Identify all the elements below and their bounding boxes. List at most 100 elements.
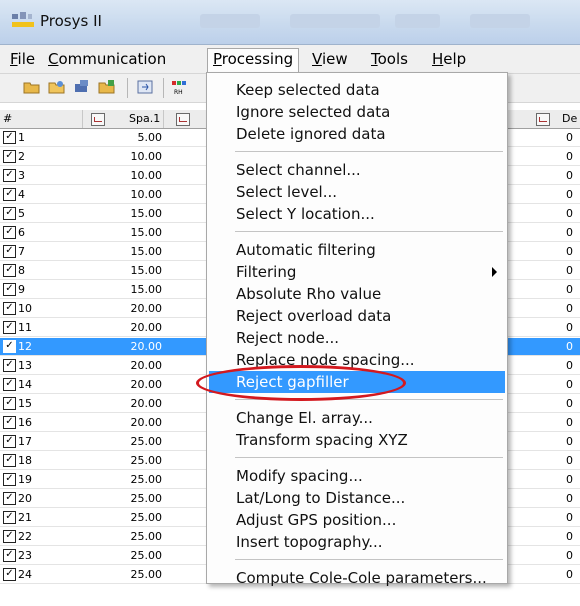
menu-item-lat-long-to-distance[interactable]: Lat/Long to Distance...: [209, 487, 505, 509]
blurred-title-region: [395, 14, 440, 28]
row-checkbox[interactable]: ✓: [3, 492, 16, 505]
row-checkbox[interactable]: ✓: [3, 150, 16, 163]
cell-de: 0: [566, 169, 573, 182]
menu-item-filtering[interactable]: Filtering: [209, 261, 505, 283]
menu-communication[interactable]: Communication: [43, 49, 171, 69]
row-checkbox[interactable]: ✓: [3, 283, 16, 296]
cell-de: 0: [566, 530, 573, 543]
row-number: 8: [18, 264, 25, 277]
open-file-icon[interactable]: [47, 78, 67, 96]
chart-icon: [91, 113, 105, 126]
header-spa1[interactable]: Spa.1: [83, 110, 164, 128]
row-checkbox[interactable]: ✓: [3, 207, 16, 220]
menu-item-insert-topography[interactable]: Insert topography...: [209, 531, 505, 553]
menu-item-keep-selected-data[interactable]: Keep selected data: [209, 79, 505, 101]
row-checkbox[interactable]: ✓: [3, 530, 16, 543]
import-icon[interactable]: [72, 78, 92, 96]
row-checkbox[interactable]: ✓: [3, 549, 16, 562]
cell-de: 0: [566, 150, 573, 163]
row-checkbox[interactable]: ✓: [3, 454, 16, 467]
cell-de: 0: [566, 264, 573, 277]
cell-spa1: 25.00: [130, 511, 163, 524]
rho-chart-icon[interactable]: RH: [170, 78, 190, 96]
row-checkbox[interactable]: ✓: [3, 568, 16, 581]
row-number: 19: [18, 473, 32, 486]
cell-spa1: 10.00: [130, 188, 163, 201]
row-checkbox[interactable]: ✓: [3, 359, 16, 372]
export-icon[interactable]: [97, 78, 117, 96]
row-checkbox[interactable]: ✓: [3, 473, 16, 486]
menu-item-compute-cole-cole-parameters[interactable]: Compute Cole-Cole parameters...: [209, 567, 505, 589]
menu-item-delete-ignored-data[interactable]: Delete ignored data: [209, 123, 505, 145]
cell-de: 0: [566, 340, 573, 353]
menu-item-select-y-location[interactable]: Select Y location...: [209, 203, 505, 225]
cell-spa1: 15.00: [130, 245, 163, 258]
row-number: 18: [18, 454, 32, 467]
row-checkbox[interactable]: ✓: [3, 169, 16, 182]
menu-item-reject-node[interactable]: Reject node...: [209, 327, 505, 349]
cell-de: 0: [566, 473, 573, 486]
cell-spa1: 15.00: [130, 283, 163, 296]
row-checkbox[interactable]: ✓: [3, 245, 16, 258]
row-checkbox[interactable]: ✓: [3, 435, 16, 448]
cell-de: 0: [566, 435, 573, 448]
toolbar-separator: [127, 78, 128, 98]
menu-help[interactable]: Help: [427, 49, 471, 69]
row-number: 4: [18, 188, 25, 201]
menu-item-automatic-filtering[interactable]: Automatic filtering: [209, 239, 505, 261]
submenu-arrow-icon: [492, 267, 497, 277]
open-folder-icon[interactable]: [22, 78, 42, 96]
row-number: 2: [18, 150, 25, 163]
refresh-icon[interactable]: [135, 78, 155, 96]
cell-de: 0: [566, 549, 573, 562]
menu-item-absolute-rho-value[interactable]: Absolute Rho value: [209, 283, 505, 305]
menu-separator: [235, 231, 503, 232]
blurred-title-region: [290, 14, 380, 28]
row-number: 12: [18, 340, 32, 353]
cell-de: 0: [566, 492, 573, 505]
menu-processing[interactable]: Processing: [207, 48, 300, 73]
cell-spa1: 15.00: [130, 226, 163, 239]
cell-de: 0: [566, 454, 573, 467]
cell-spa1: 25.00: [130, 435, 163, 448]
row-checkbox[interactable]: ✓: [3, 511, 16, 524]
row-checkbox[interactable]: ✓: [3, 188, 16, 201]
blurred-title-region: [200, 14, 260, 28]
chart-icon: [176, 113, 190, 126]
menu-separator: [235, 457, 503, 458]
row-number: 1: [18, 131, 25, 144]
cell-spa1: 25.00: [130, 568, 163, 581]
menu-item-reject-overload-data[interactable]: Reject overload data: [209, 305, 505, 327]
menu-item-transform-spacing-xyz[interactable]: Transform spacing XYZ: [209, 429, 505, 451]
prosys-app-icon: [12, 12, 34, 27]
menu-item-select-channel[interactable]: Select channel...: [209, 159, 505, 181]
row-checkbox[interactable]: ✓: [3, 416, 16, 429]
cell-de: 0: [566, 131, 573, 144]
row-checkbox[interactable]: ✓: [3, 226, 16, 239]
cell-spa1: 25.00: [130, 473, 163, 486]
row-checkbox[interactable]: ✓: [3, 340, 16, 353]
row-checkbox[interactable]: ✓: [3, 131, 16, 144]
menu-item-ignore-selected-data[interactable]: Ignore selected data: [209, 101, 505, 123]
menu-tools[interactable]: Tools: [366, 49, 413, 69]
header-num[interactable]: #: [0, 110, 83, 128]
row-number: 21: [18, 511, 32, 524]
row-checkbox[interactable]: ✓: [3, 378, 16, 391]
row-checkbox[interactable]: ✓: [3, 302, 16, 315]
header-de[interactable]: De: [510, 110, 580, 128]
row-checkbox[interactable]: ✓: [3, 264, 16, 277]
menu-file[interactable]: File: [5, 49, 40, 69]
menu-item-modify-spacing[interactable]: Modify spacing...: [209, 465, 505, 487]
cell-spa1: 10.00: [130, 169, 163, 182]
cell-de: 0: [566, 207, 573, 220]
row-checkbox[interactable]: ✓: [3, 321, 16, 334]
menu-item-change-el-array[interactable]: Change El. array...: [209, 407, 505, 429]
cell-spa1: 20.00: [130, 397, 163, 410]
cell-spa1: 20.00: [130, 302, 163, 315]
row-number: 24: [18, 568, 32, 581]
menu-view[interactable]: View: [307, 49, 353, 69]
row-number: 10: [18, 302, 32, 315]
menu-item-select-level[interactable]: Select level...: [209, 181, 505, 203]
row-checkbox[interactable]: ✓: [3, 397, 16, 410]
menu-item-adjust-gps-position[interactable]: Adjust GPS position...: [209, 509, 505, 531]
